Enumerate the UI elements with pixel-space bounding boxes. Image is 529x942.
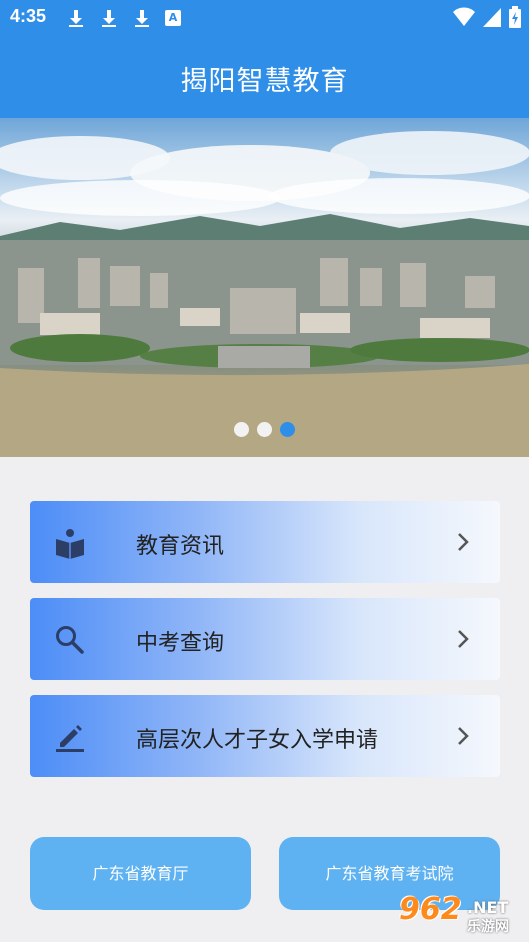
book-reader-icon xyxy=(56,529,84,559)
download-icon xyxy=(135,10,149,27)
app-bar: 揭阳智慧教育 xyxy=(0,35,529,118)
city-aerial-image xyxy=(0,131,529,457)
menu-label: 教育资讯 xyxy=(136,534,225,559)
menu-item-exam-query[interactable]: 中考查询 xyxy=(30,598,500,680)
menu-label: 高层次人才子女入学申请 xyxy=(136,728,379,753)
status-bar: 4:35 A xyxy=(0,0,529,35)
banner-carousel[interactable] xyxy=(0,118,529,457)
menu-item-education-news[interactable]: 教育资讯 xyxy=(30,501,500,583)
watermark-sub: 乐游网 xyxy=(467,919,509,935)
watermark-number: 962 xyxy=(399,892,462,927)
watermark-logo: 962 .NET 乐游网 xyxy=(395,890,525,940)
wifi-icon xyxy=(453,7,475,26)
signal-icon xyxy=(483,8,501,27)
menu-label: 中考查询 xyxy=(136,631,225,656)
watermark-net: .NET xyxy=(467,898,509,917)
status-time: 4:35 xyxy=(10,6,47,26)
chevron-right-icon xyxy=(458,630,469,648)
chevron-right-icon xyxy=(458,727,469,745)
carousel-indicator xyxy=(0,422,529,437)
app-title: 揭阳智慧教育 xyxy=(180,66,349,97)
notification-icons: A xyxy=(66,8,181,28)
guangdong-education-dept-button[interactable]: 广东省教育厅 xyxy=(30,837,251,910)
download-icon xyxy=(69,10,83,27)
carousel-dot[interactable] xyxy=(257,422,272,437)
chevron-right-icon xyxy=(458,533,469,551)
system-icons xyxy=(453,6,521,28)
edit-pen-icon xyxy=(56,725,84,752)
battery-icon xyxy=(509,6,521,28)
menu-item-talent-enrollment[interactable]: 高层次人才子女入学申请 xyxy=(30,695,500,777)
carousel-dot-active[interactable] xyxy=(280,422,295,437)
download-icon xyxy=(102,10,116,27)
carousel-dot[interactable] xyxy=(234,422,249,437)
search-icon xyxy=(56,626,84,654)
a-notification-icon: A xyxy=(165,10,181,26)
